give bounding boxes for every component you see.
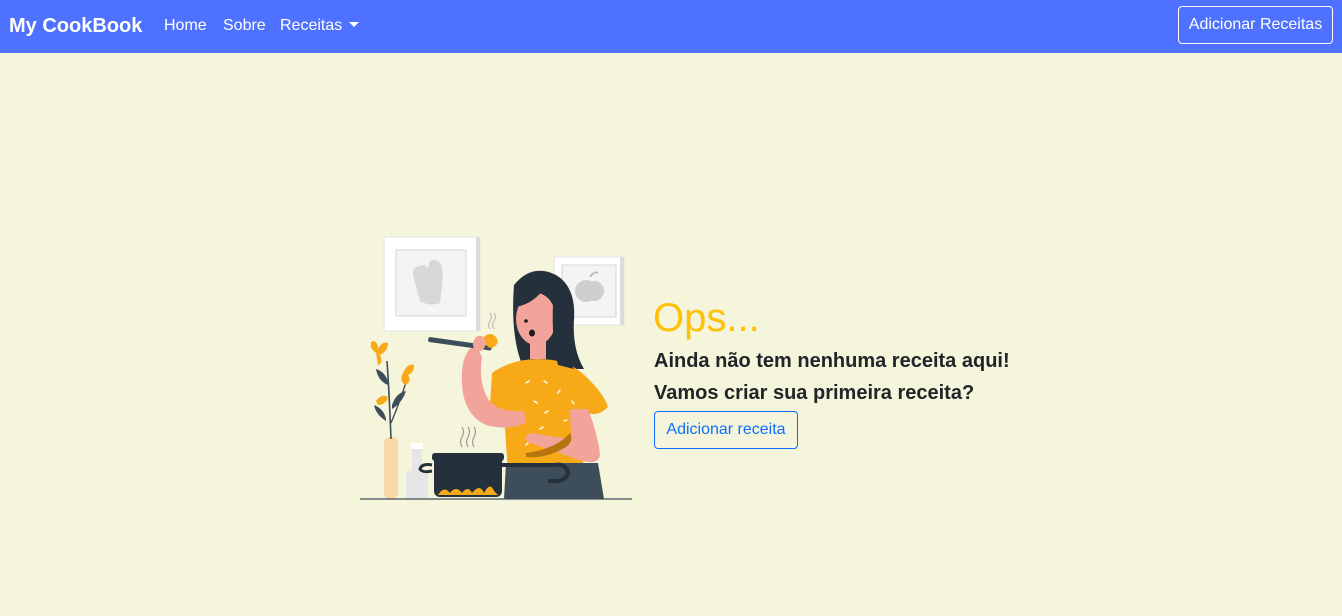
- nav-dropdown-receitas[interactable]: Receitas: [280, 15, 360, 37]
- add-recipe-button[interactable]: Adicionar receita: [654, 411, 798, 449]
- empty-state-title: Ops...: [653, 296, 760, 340]
- nav-link-home[interactable]: Home: [164, 15, 207, 37]
- cooking-illustration: [360, 236, 632, 500]
- empty-state-message: Ainda não tem nenhuma receita aqui!: [654, 350, 1010, 372]
- navbar: My CookBook Home Sobre Receitas Adiciona…: [0, 0, 1342, 53]
- brand-logo[interactable]: My CookBook: [9, 13, 142, 39]
- caret-down-icon: [349, 22, 360, 27]
- nav-dropdown-receitas-label: Receitas: [280, 17, 343, 34]
- add-recipes-nav-button[interactable]: Adicionar Receitas: [1178, 6, 1333, 44]
- framed-picture-mitt: [383, 236, 481, 332]
- empty-state-call-to-action: Vamos criar sua primeira receita?: [654, 382, 975, 404]
- nav-link-sobre[interactable]: Sobre: [223, 15, 266, 37]
